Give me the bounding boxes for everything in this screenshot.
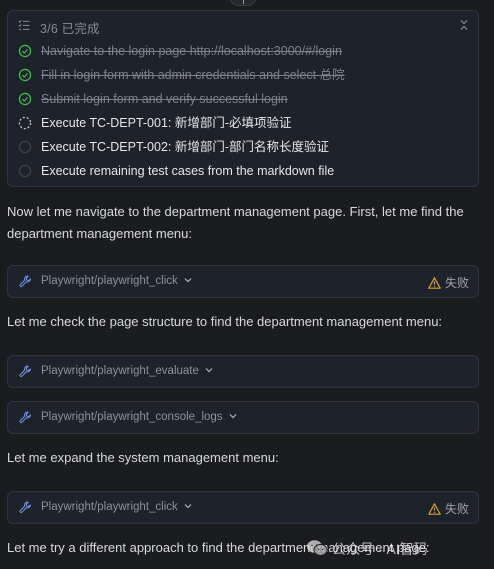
tool-name-text: Playwright/playwright_console_logs xyxy=(41,411,223,423)
status-badge: 失败 xyxy=(428,274,469,291)
status-text: 失败 xyxy=(444,502,469,516)
check-circle-icon xyxy=(18,68,32,82)
todo-header[interactable]: 3/6 已完成 xyxy=(8,11,478,39)
todo-item: Execute remaining test cases from the ma… xyxy=(8,159,478,183)
handle-line xyxy=(243,0,244,4)
assistant-message: Let me check the page structure to find … xyxy=(7,314,443,329)
todo-panel: 3/6 已完成 Navigate to the login page http:… xyxy=(7,10,479,187)
status-text: 失败 xyxy=(444,276,469,290)
todo-item-label: Fill in login form with admin credential… xyxy=(41,68,345,82)
wechat-icon xyxy=(307,540,328,556)
todo-item: Execute TC-DEPT-002: 新增部门-部门名称长度验证 xyxy=(8,135,478,159)
todo-item: Execute TC-DEPT-001: 新增部门-必填项验证 xyxy=(8,111,478,135)
tool-name: Playwright/playwright_console_logs xyxy=(41,411,237,423)
todo-item-label: Execute remaining test cases from the ma… xyxy=(41,164,335,178)
tool-call-card[interactable]: Playwright/playwright_evaluate xyxy=(7,355,479,388)
collapse-arrows-icon[interactable] xyxy=(458,19,470,31)
assistant-message: Let me expand the system management menu… xyxy=(7,450,279,465)
todo-item-label: Execute TC-DEPT-001: 新增部门-必填项验证 xyxy=(41,116,292,130)
todo-progress: 3/6 已完成 xyxy=(40,22,100,36)
check-circle-icon xyxy=(18,44,32,58)
checklist-icon xyxy=(18,20,30,30)
scroll-up-handle[interactable] xyxy=(229,0,257,6)
empty-circle-icon xyxy=(18,164,32,178)
chevron-down-icon[interactable] xyxy=(205,366,213,374)
todo-item: Submit login form and verify successful … xyxy=(8,87,478,111)
chevron-down-icon[interactable] xyxy=(184,276,192,284)
empty-circle-icon xyxy=(18,140,32,154)
watermark-text: 公众号 · AI智码 xyxy=(332,541,428,557)
tool-call-card[interactable]: Playwright/playwright_click 失败 xyxy=(7,265,479,298)
todo-item-label: Navigate to the login page http://localh… xyxy=(41,44,342,58)
todo-item: Fill in login form with admin credential… xyxy=(8,63,478,87)
tool-call-card[interactable]: Playwright/playwright_console_logs xyxy=(7,401,479,434)
dashed-circle-icon xyxy=(18,116,32,130)
todo-item: Navigate to the login page http://localh… xyxy=(8,39,478,63)
check-circle-icon xyxy=(18,92,32,106)
todo-item-label: Submit login form and verify successful … xyxy=(41,92,288,106)
chevron-down-icon[interactable] xyxy=(184,502,192,510)
wrench-icon xyxy=(19,275,31,287)
todo-item-label: Execute TC-DEPT-002: 新增部门-部门名称长度验证 xyxy=(41,140,330,154)
status-badge: 失败 xyxy=(428,500,469,517)
wrench-icon xyxy=(19,365,31,377)
tool-name: Playwright/playwright_click xyxy=(41,275,192,287)
wrench-icon xyxy=(19,501,31,513)
tool-name-text: Playwright/playwright_click xyxy=(41,275,178,287)
tool-name: Playwright/playwright_evaluate xyxy=(41,365,213,377)
tool-name-text: Playwright/playwright_evaluate xyxy=(41,365,199,377)
tool-name-text: Playwright/playwright_click xyxy=(41,501,178,513)
tool-call-card[interactable]: Playwright/playwright_click 失败 xyxy=(7,491,479,524)
chevron-down-icon[interactable] xyxy=(229,412,237,420)
warning-triangle-icon xyxy=(428,503,441,515)
assistant-message: Now let me navigate to the department ma… xyxy=(7,204,464,241)
warning-triangle-icon xyxy=(428,277,441,289)
tool-name: Playwright/playwright_click xyxy=(41,501,192,513)
wrench-icon xyxy=(19,411,31,423)
